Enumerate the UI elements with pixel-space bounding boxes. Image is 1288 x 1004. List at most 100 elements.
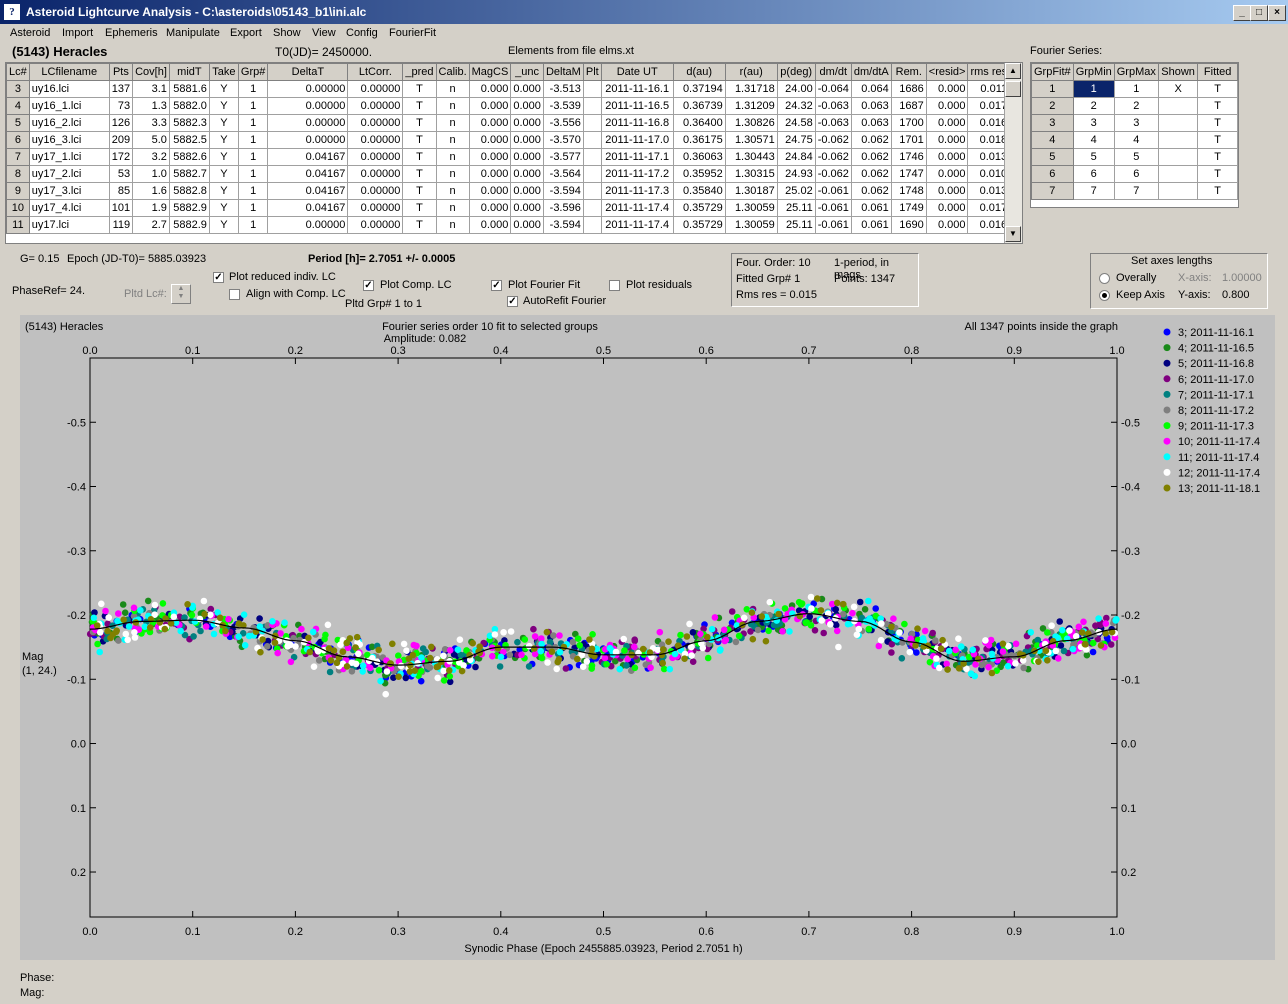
lc-column-header[interactable]: Calib. — [435, 63, 470, 81]
lc-table-row[interactable]: 10 uy17_4.lci 101 1.9 5882.9 Y 1 0.04167 0.00000… — [6, 199, 1011, 217]
fourier-table-row[interactable]: 111XT — [1031, 80, 1238, 98]
fourier-table-cell[interactable] — [1157, 182, 1199, 200]
lc-table-cell[interactable]: 5882.8 — [168, 182, 210, 200]
lc-table-cell[interactable]: T — [402, 97, 437, 115]
lc-table-cell[interactable]: 0.000 — [925, 80, 969, 98]
lc-table-cell[interactable]: -0.061 — [814, 216, 852, 234]
lc-table-cell[interactable]: -3.594 — [542, 216, 584, 234]
lc-table-cell[interactable]: -0.062 — [814, 131, 852, 149]
lc-table-cell[interactable]: -3.570 — [542, 131, 584, 149]
lc-table-cell[interactable]: -0.064 — [814, 80, 852, 98]
lc-table-cell[interactable]: -0.061 — [814, 182, 852, 200]
lc-table-cell[interactable]: 24.93 — [776, 165, 816, 183]
lc-table-cell[interactable]: n — [435, 165, 470, 183]
fourier-table-cell[interactable]: T — [1197, 80, 1238, 98]
lc-table-cell[interactable]: -0.063 — [814, 97, 852, 115]
lc-table-cell[interactable]: 1.31718 — [724, 80, 778, 98]
lc-table-cell[interactable]: n — [435, 97, 470, 115]
lc-table-cell[interactable]: Y — [208, 216, 239, 234]
lc-table-cell[interactable]: 209 — [108, 131, 134, 149]
lc-table-cell[interactable]: 0.000 — [468, 165, 512, 183]
scroll-up-icon[interactable]: ▲ — [1005, 63, 1021, 79]
lc-table-cell[interactable] — [582, 182, 602, 200]
lc-table-cell[interactable]: 0.00000 — [267, 114, 349, 132]
lc-table-cell[interactable]: 0.000 — [468, 97, 512, 115]
fourier-table-cell[interactable]: T — [1197, 165, 1238, 183]
lc-table-row[interactable]: 4 uy16_1.lci 73 1.3 5882.0 Y 1 0.00000 0.00000 Tn… — [6, 97, 1011, 115]
lc-table-cell[interactable]: 5882.9 — [168, 216, 210, 234]
lc-table-cell[interactable]: 2011-11-17.4 — [600, 216, 674, 234]
lc-table-cell[interactable]: 0.000 — [925, 97, 969, 115]
lc-table-cell[interactable]: 0.000 — [510, 148, 544, 166]
lc-table-cell[interactable]: 1.30187 — [724, 182, 778, 200]
fourier-table-cell[interactable] — [1157, 131, 1199, 149]
lc-table-cell[interactable]: -0.062 — [814, 148, 852, 166]
lc-column-header[interactable]: p(deg) — [776, 63, 816, 81]
scroll-down-icon[interactable]: ▼ — [1005, 226, 1021, 242]
lc-table-cell[interactable]: 0.00000 — [267, 80, 349, 98]
lc-table-cell[interactable]: 172 — [108, 148, 134, 166]
fourier-table-cell[interactable] — [1157, 165, 1199, 183]
fourier-table-row[interactable]: 222T — [1031, 97, 1238, 115]
fourier-table-row[interactable]: 555T — [1031, 148, 1238, 166]
lc-column-header[interactable]: Lc# — [6, 63, 30, 81]
lc-table-cell[interactable] — [582, 97, 602, 115]
lc-table-cell[interactable]: -3.564 — [542, 165, 584, 183]
menu-export[interactable]: Export — [230, 27, 262, 39]
lc-table-cell[interactable]: 2011-11-17.4 — [600, 199, 674, 217]
plot-residuals-checkbox[interactable] — [609, 280, 620, 291]
lc-column-header[interactable]: _unc — [510, 63, 544, 81]
lc-table-cell[interactable]: 0.000 — [925, 199, 969, 217]
lc-table-row[interactable]: 7 uy17_1.lci 172 3.2 5882.6 Y 1 0.04167 0.00000 T… — [6, 148, 1011, 166]
fourier-table-cell[interactable]: T — [1197, 131, 1238, 149]
fourier-row-header[interactable]: 6 — [1031, 165, 1074, 183]
lc-table-cell[interactable]: 1.9 — [132, 199, 170, 217]
lc-row-header[interactable]: 9 — [6, 182, 30, 200]
lc-column-header[interactable]: Take — [208, 63, 239, 81]
lc-table-row[interactable]: 8 uy17_2.lci 53 1.0 5882.7 Y 1 0.04167 0.00000 Tn… — [6, 165, 1011, 183]
lc-table-cell[interactable] — [582, 131, 602, 149]
lc-table-cell[interactable]: -3.513 — [542, 80, 584, 98]
lc-table-cell[interactable]: 1690 — [890, 216, 927, 234]
lc-table-cell[interactable]: 1 — [237, 199, 269, 217]
lc-table-cell[interactable]: -3.594 — [542, 182, 584, 200]
lc-table-cell[interactable]: T — [402, 182, 437, 200]
lc-column-header[interactable]: Grp# — [237, 63, 269, 81]
lc-table-cell[interactable]: 24.75 — [776, 131, 816, 149]
lc-table-cell[interactable]: 1 — [237, 80, 269, 98]
lc-table-cell[interactable]: n — [435, 80, 470, 98]
minimize-button[interactable]: _ — [1233, 5, 1251, 21]
lc-table-cell[interactable]: 0.00000 — [347, 216, 404, 234]
lc-table-cell[interactable]: Y — [208, 80, 239, 98]
lc-table-cell[interactable]: uy17.lci — [28, 216, 110, 234]
fourier-table-cell[interactable]: 1 — [1113, 80, 1159, 98]
lc-table-cell[interactable]: 0.000 — [468, 80, 512, 98]
lc-column-header[interactable]: DeltaM — [542, 63, 584, 81]
plot-fourier-checkbox[interactable]: ✓ — [491, 280, 502, 291]
lc-table-cell[interactable]: 0.36739 — [672, 97, 726, 115]
lc-table-cell[interactable]: Y — [208, 114, 239, 132]
lc-row-header[interactable]: 11 — [6, 216, 30, 234]
lc-table-cell[interactable]: 1.30826 — [724, 114, 778, 132]
table-scrollbar[interactable]: ▲ ▼ — [1004, 63, 1022, 243]
lc-table-cell[interactable]: 1 — [237, 114, 269, 132]
lc-table-cell[interactable]: 0.000 — [925, 131, 969, 149]
fourier-table-cell[interactable]: 5 — [1113, 148, 1159, 166]
close-button[interactable]: × — [1268, 5, 1286, 21]
lc-table-cell[interactable]: 73 — [108, 97, 134, 115]
lc-column-header[interactable]: Rem. — [890, 63, 927, 81]
lc-row-header[interactable]: 3 — [6, 80, 30, 98]
lc-table-cell[interactable]: n — [435, 182, 470, 200]
lc-table-cell[interactable]: 24.84 — [776, 148, 816, 166]
lc-column-header[interactable]: dm/dtA — [850, 63, 892, 81]
fourier-row-header[interactable]: 5 — [1031, 148, 1074, 166]
lc-table-cell[interactable]: T — [402, 131, 437, 149]
fourier-row-header[interactable]: 2 — [1031, 97, 1074, 115]
lc-table-cell[interactable] — [582, 80, 602, 98]
lc-table-cell[interactable]: 137 — [108, 80, 134, 98]
fourier-table-cell[interactable]: T — [1197, 182, 1238, 200]
lc-table-cell[interactable]: 1749 — [890, 199, 927, 217]
lc-table-cell[interactable]: 0.36400 — [672, 114, 726, 132]
lc-table-cell[interactable]: 2.7 — [132, 216, 170, 234]
lc-table-cell[interactable]: 5881.6 — [168, 80, 210, 98]
